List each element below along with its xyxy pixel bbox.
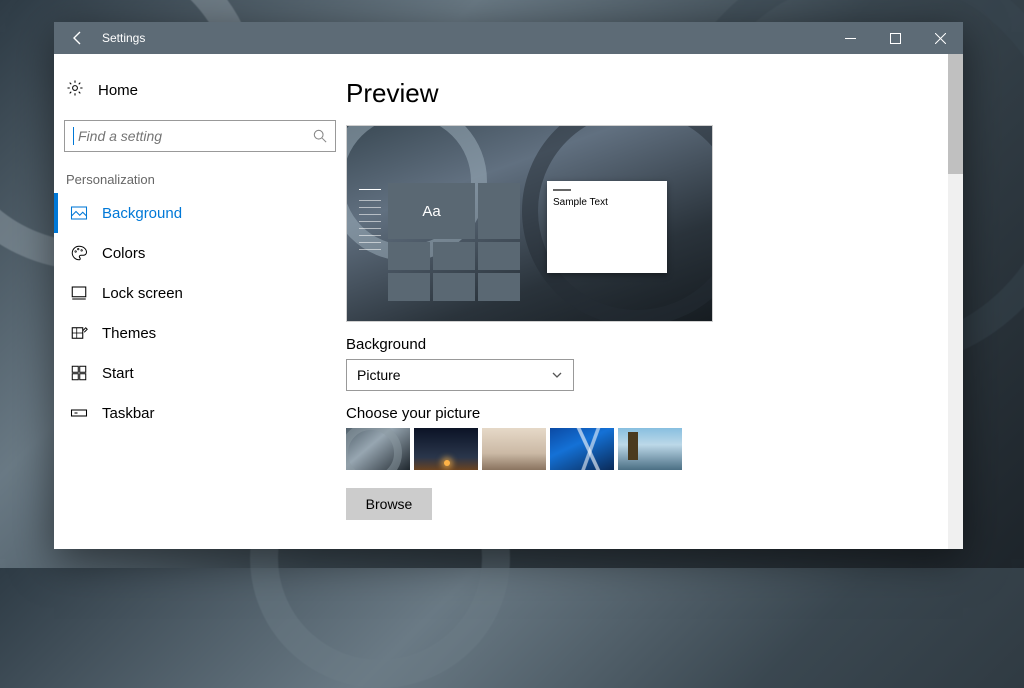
dropdown-value: Picture [357,367,401,383]
choose-picture-label: Choose your picture [346,405,963,422]
picture-option-5[interactable] [618,428,682,470]
chevron-down-icon [551,369,563,381]
sidebar-item-label: Lock screen [102,285,183,302]
maximize-button[interactable] [873,22,918,54]
titlebar: Settings [54,22,963,54]
content-area: Preview Aa [346,54,963,549]
back-button[interactable] [54,22,102,54]
sidebar-item-label: Start [102,365,134,382]
window-preview: Sample Text [547,181,667,273]
picture-option-3[interactable] [482,428,546,470]
taskbar-icon [70,404,88,422]
home-button[interactable]: Home [54,70,346,110]
start-menu-preview: Aa [355,183,520,313]
background-label: Background [346,336,963,353]
start-icon [70,364,88,382]
minimize-button[interactable] [828,22,873,54]
picture-thumbnails [346,428,963,470]
sidebar-item-taskbar[interactable]: Taskbar [54,393,346,433]
scrollbar[interactable] [948,54,963,549]
themes-icon [70,324,88,342]
sidebar-item-background[interactable]: Background [54,193,346,233]
sidebar-item-label: Themes [102,325,156,342]
image-icon [70,204,88,222]
scrollbar-thumb[interactable] [948,54,963,174]
palette-icon [70,244,88,262]
page-heading: Preview [346,78,963,109]
window-title: Settings [102,31,828,45]
gear-icon [66,79,84,101]
settings-window: Settings Home Personalization Background [54,22,963,549]
picture-option-1[interactable] [346,428,410,470]
sidebar-item-colors[interactable]: Colors [54,233,346,273]
browse-button[interactable]: Browse [346,488,432,520]
sidebar-item-label: Background [102,205,182,222]
search-input[interactable] [64,120,336,152]
sidebar-item-lock-screen[interactable]: Lock screen [54,273,346,313]
desktop-preview: Aa Sample Text [346,125,713,322]
preview-sample-text: Sample Text [553,197,608,208]
lockscreen-icon [70,284,88,302]
preview-tile-aa: Aa [388,183,475,239]
category-header: Personalization [54,162,346,193]
search-field[interactable] [78,128,313,144]
picture-option-4[interactable] [550,428,614,470]
background-dropdown[interactable]: Picture [346,359,574,391]
close-button[interactable] [918,22,963,54]
sidebar-item-themes[interactable]: Themes [54,313,346,353]
home-label: Home [98,82,138,99]
sidebar-item-label: Taskbar [102,405,155,422]
search-icon [313,129,327,143]
sidebar-item-start[interactable]: Start [54,353,346,393]
sidebar: Home Personalization Background Colors L… [54,54,346,549]
picture-option-2[interactable] [414,428,478,470]
sidebar-item-label: Colors [102,245,145,262]
